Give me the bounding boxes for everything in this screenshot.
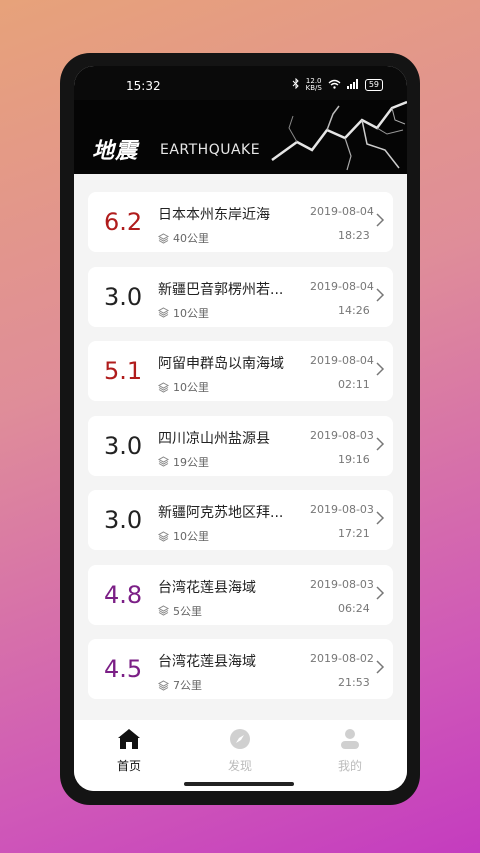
depth-value: 19公里 [173,455,209,469]
signal-icon [346,78,359,92]
magnitude: 3.0 [104,282,143,311]
depth-value: 7公里 [173,679,202,692]
location-name: 台湾花莲县海域 [158,579,256,596]
magnitude: 6.2 [104,208,143,236]
quake-date: 2019-08-04 [310,354,374,367]
compass-icon [229,729,251,753]
depth-row: 7公里 [158,677,202,693]
quake-time: 19:16 [338,452,370,466]
home-icon [117,729,141,753]
quake-card[interactable]: 6.2 日本本州东岸近海 40公里 2019-08-04 18:23 [88,192,393,252]
banner-title-en: EARTHQUAKE [160,142,261,158]
layers-icon [158,605,169,616]
depth-value: 40公里 [173,232,209,245]
quake-card[interactable]: 4.5 台湾花莲县海域 7公里 2019-08-02 21:53 [88,639,393,699]
depth-value: 10公里 [173,530,209,543]
chevron-right-icon [376,213,385,227]
location-name: 日本本州东岸近海 [158,207,270,223]
quake-date: 2019-08-02 [310,652,374,665]
layers-icon [158,530,169,542]
quake-date: 2019-08-03 [310,503,374,516]
layers-icon [158,456,169,467]
depth-value: 10公里 [173,306,209,320]
depth-row: 5公里 [158,603,202,619]
crack-decoration-icon [271,100,407,171]
tab-discover[interactable]: 发现 [210,728,270,774]
magnitude: 5.1 [104,357,143,385]
magnitude: 4.8 [104,580,143,609]
network-speed: 12.0 KB/S [306,78,322,92]
status-time: 15:32 [126,79,161,93]
quake-time: 14:26 [338,303,370,317]
depth-value: 5公里 [173,604,202,618]
banner-title-zh: 地震 [92,139,139,164]
depth-row: 40公里 [158,230,209,246]
quake-date: 2019-08-04 [310,205,374,218]
chevron-right-icon [376,511,385,525]
quake-card[interactable]: 3.0 四川凉山州盐源县 19公里 2019-08-03 19:16 [88,415,393,476]
quake-date: 2019-08-04 [310,279,374,293]
layers-icon [158,679,169,691]
quake-card[interactable]: 5.1 阿留申群岛以南海域 10公里 2019-08-04 02:11 [88,341,393,401]
location-name: 四川凉山州盐源县 [158,430,270,447]
quake-card[interactable]: 4.8 台湾花莲县海域 5公里 2019-08-03 06:24 [88,564,393,625]
magnitude: 3.0 [104,506,143,534]
chevron-right-icon [376,660,385,674]
tab-home-label: 首页 [116,759,141,773]
status-bar: 15:32 12.0 KB/S 59 [74,66,407,100]
home-indicator [184,782,294,786]
quake-card[interactable]: 3.0 新疆巴音郭楞州若... 10公里 2019-08-04 14:26 [88,266,393,327]
chevron-right-icon [376,287,385,302]
wifi-icon [328,79,341,92]
depth-row: 10公里 [158,305,209,321]
layers-icon [158,307,169,318]
depth-row: 19公里 [158,454,209,470]
layers-icon [158,232,169,244]
quake-list: 6.2 日本本州东岸近海 40公里 2019-08-04 18:23 3.0 新疆巴音郭楞州… [74,174,407,720]
quake-time: 18:23 [338,229,370,242]
header-banner: 地震 EARTHQUAKE [74,100,407,174]
location-name: 新疆巴音郭楞州若... [158,281,284,298]
location-name: 阿留申群岛以南海域 [158,356,284,372]
magnitude: 4.5 [104,655,143,683]
bluetooth-icon [292,77,300,92]
location-name: 新疆阿克苏地区拜... [158,505,284,521]
bottom-tab-bar: 首页 发现 我的 [74,720,407,791]
location-name: 台湾花莲县海域 [158,654,256,670]
magnitude: 3.0 [104,431,143,460]
chevron-right-icon [376,362,385,376]
tab-discover-label: 发现 [227,759,252,773]
app-screen: 15:32 12.0 KB/S 59 地震 EARTHQUAKE 6.2 日本本… [74,66,407,791]
tab-home[interactable]: 首页 [99,728,159,774]
battery-indicator: 59 [364,79,383,91]
user-icon [339,729,361,753]
tab-mine[interactable]: 我的 [320,728,380,774]
chevron-right-icon [376,436,385,451]
layers-icon [158,381,169,393]
depth-row: 10公里 [158,379,209,395]
speed-unit: KB/S [305,84,322,92]
quake-time: 02:11 [338,378,370,391]
chevron-right-icon [376,585,385,600]
tab-mine-label: 我的 [337,759,362,773]
quake-date: 2019-08-03 [310,577,374,591]
status-icons: 12.0 KB/S 59 [292,78,383,92]
depth-row: 10公里 [158,528,209,544]
quake-time: 21:53 [338,676,370,689]
quake-time: 17:21 [338,527,370,540]
quake-card[interactable]: 3.0 新疆阿克苏地区拜... 10公里 2019-08-03 17:21 [88,490,393,550]
quake-date: 2019-08-03 [310,428,374,442]
depth-value: 10公里 [173,381,209,394]
quake-time: 06:24 [338,601,370,615]
